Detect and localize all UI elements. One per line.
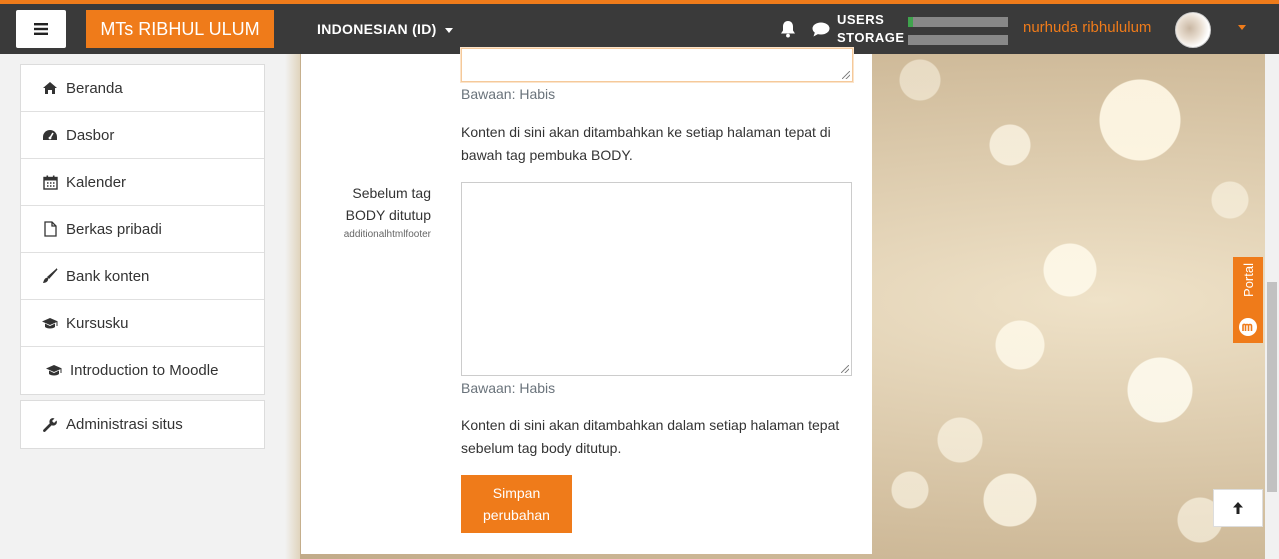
notifications-button[interactable] (780, 20, 796, 43)
home-icon (41, 81, 59, 95)
messages-button[interactable] (812, 22, 830, 42)
back-to-top-button[interactable] (1213, 489, 1263, 527)
portal-label: Portal (1240, 263, 1256, 297)
drawer-item-beranda[interactable]: Beranda (21, 65, 264, 112)
drawer-item-administrasi-situs[interactable]: Administrasi situs (21, 401, 264, 448)
site-brand-link[interactable]: MTs RIBHUL ULUM (86, 10, 274, 48)
avatar[interactable] (1175, 12, 1211, 48)
users-usage-bar (908, 17, 1008, 27)
nav-drawer-main: Beranda Dasbor Kalender Berkas pribadi B… (20, 64, 265, 395)
graduation-cap-icon (45, 364, 63, 377)
footer-default-text: Bawaan: Habis (461, 380, 556, 396)
language-label: INDONESIAN (ID) (317, 21, 437, 37)
nav-drawer: Beranda Dasbor Kalender Berkas pribadi B… (20, 64, 265, 449)
top-default-text: Bawaan: Habis (461, 86, 556, 102)
save-changes-button[interactable]: Simpan perubahan (461, 475, 572, 533)
additional-html-footer-textarea[interactable] (461, 182, 852, 376)
usage-labels: USERS STORAGE (837, 11, 905, 47)
site-brand-label: MTs RIBHUL ULUM (100, 18, 260, 39)
drawer-item-label: Introduction to Moodle (70, 362, 219, 379)
additional-html-topofbody-textarea[interactable] (461, 48, 853, 82)
calendar-icon (41, 175, 59, 190)
drawer-item-label: Bank konten (66, 267, 150, 285)
nav-drawer-admin: Administrasi situs (20, 400, 265, 449)
drawer-item-course-intro-moodle[interactable]: Introduction to Moodle (21, 347, 264, 394)
drawer-item-berkas-pribadi[interactable]: Berkas pribadi (21, 206, 264, 253)
users-label: USERS (837, 12, 885, 27)
resize-handle-icon[interactable] (841, 365, 849, 373)
chat-icon (812, 22, 830, 37)
drawer-item-bank-konten[interactable]: Bank konten (21, 253, 264, 300)
save-changes-label: Simpan perubahan (483, 485, 550, 523)
footer-description: Konten di sini akan ditambahkan dalam se… (461, 417, 840, 456)
users-usage-fill (908, 17, 913, 27)
footer-field-label: Sebelum tag BODY ditutup (345, 185, 431, 223)
file-icon (41, 221, 59, 237)
menu-toggle-button[interactable] (16, 10, 66, 48)
caret-down-icon (444, 27, 453, 33)
top-description: Konten di sini akan ditambahkan ke setia… (461, 124, 831, 163)
settings-form-panel: Bawaan: Habis Konten di sini akan ditamb… (301, 48, 872, 554)
storage-label: STORAGE (837, 30, 905, 45)
dashboard-icon (41, 128, 59, 142)
menu-icon (34, 23, 48, 35)
storage-usage-bar (908, 35, 1008, 45)
drawer-item-label: Kalender (66, 173, 127, 191)
language-menu[interactable]: INDONESIAN (ID) (317, 21, 453, 37)
navbar: MTs RIBHUL ULUM INDONESIAN (ID) USERS ST… (0, 4, 1279, 54)
graduation-cap-icon (41, 317, 59, 330)
resize-handle-icon[interactable] (842, 71, 850, 79)
wrench-icon (41, 417, 59, 433)
footer-setting-name: additionalhtmlfooter (343, 229, 431, 240)
drawer-item-kalender[interactable]: Kalender (21, 159, 264, 206)
drawer-item-label: Berkas pribadi (66, 220, 162, 238)
drawer-item-dasbor[interactable]: Dasbor (21, 112, 264, 159)
arrow-up-icon (1233, 502, 1243, 514)
moodle-logo-icon (1239, 318, 1257, 336)
portal-side-tab[interactable]: Portal (1233, 257, 1263, 343)
drawer-item-label: Administrasi situs (66, 416, 183, 433)
user-menu-name[interactable]: nurhuda ribhululum (1023, 19, 1151, 36)
drawer-item-label: Kursusku (66, 314, 129, 332)
drawer-item-label: Dasbor (66, 126, 115, 144)
brush-icon (41, 268, 59, 284)
caret-down-icon[interactable] (1238, 25, 1246, 30)
drawer-item-label: Beranda (66, 79, 123, 97)
bell-icon (781, 21, 795, 38)
drawer-item-kursusku[interactable]: Kursusku (21, 300, 264, 347)
page-scrollbar-thumb[interactable] (1267, 282, 1277, 492)
